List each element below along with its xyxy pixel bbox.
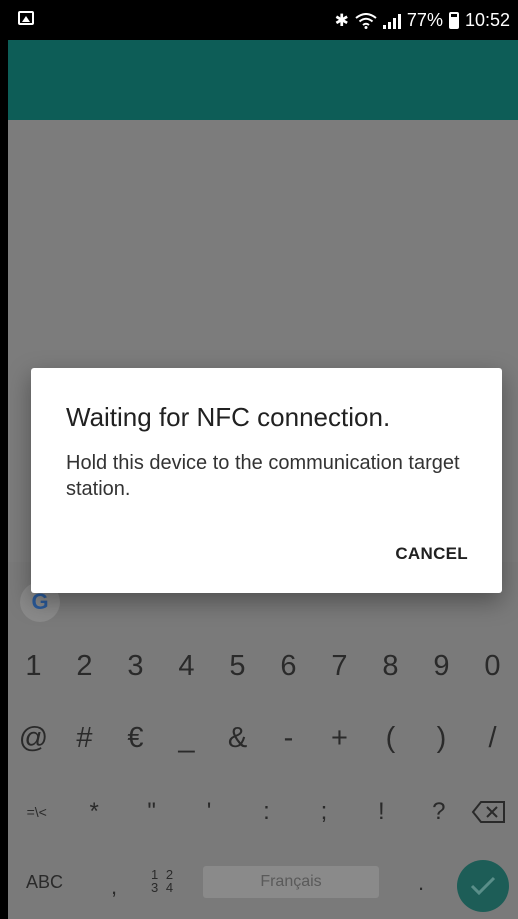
enter-key[interactable]	[457, 860, 509, 912]
keyboard-row-symbols-1: @ # € _ & - + ( ) /	[8, 722, 518, 755]
key-4[interactable]: 4	[161, 650, 212, 683]
key-close-paren[interactable]: )	[416, 722, 467, 755]
key-1[interactable]: 1	[8, 650, 59, 683]
dialog-message: Hold this device to the communication ta…	[66, 452, 460, 500]
backspace-icon[interactable]	[471, 800, 507, 824]
key-ampersand[interactable]: &	[212, 722, 263, 755]
key-3[interactable]: 3	[110, 650, 161, 683]
key-plus[interactable]: +	[314, 722, 365, 755]
key-7[interactable]: 7	[314, 650, 365, 683]
key-slash[interactable]: /	[467, 722, 518, 755]
space-key[interactable]: Français	[203, 866, 379, 898]
key-double-quote[interactable]: "	[126, 798, 177, 826]
bluetooth-icon: ✱	[334, 10, 349, 30]
clock: 10:52	[464, 10, 510, 30]
period-key[interactable]: .	[418, 870, 424, 896]
key-more-symbols[interactable]: =\<	[11, 798, 62, 826]
keyboard: G 1 2 3 4 5 6 7 8 9 0 @ # € _ & - + ( ) …	[8, 562, 518, 919]
status-bar: ✱ 77% 10:52	[8, 0, 518, 40]
comma-key[interactable]: ,	[111, 874, 117, 900]
keyboard-bottom-row: ABC , 1 2 3 4 Français .	[8, 860, 518, 912]
wifi-icon	[355, 12, 377, 29]
battery-percent: 77%	[406, 10, 443, 30]
key-8[interactable]: 8	[365, 650, 416, 683]
key-open-paren[interactable]: (	[365, 722, 416, 755]
gallery-icon	[18, 11, 34, 25]
nfc-dialog: Waiting for NFC connection. Hold this de…	[31, 368, 502, 593]
battery-icon	[448, 12, 459, 29]
key-6[interactable]: 6	[263, 650, 314, 683]
dialog-title: Waiting for NFC connection.	[66, 402, 391, 432]
status-icons: ✱ 77% 10:52	[335, 10, 510, 31]
app-bar	[8, 40, 518, 120]
key-semicolon[interactable]: ;	[298, 798, 349, 826]
cancel-button[interactable]: CANCEL	[395, 544, 468, 564]
phone-screen: ✱ 77% 10:52 G 1 2 3 4 5 6 7 8 9 0 @ # € …	[8, 0, 518, 919]
key-hash[interactable]: #	[59, 722, 110, 755]
check-icon	[470, 876, 496, 896]
key-5[interactable]: 5	[212, 650, 263, 683]
numbers-key-bottom: 3 4	[151, 880, 176, 895]
key-single-quote[interactable]: '	[184, 798, 235, 826]
key-question[interactable]: ?	[413, 798, 464, 826]
numbers-key[interactable]: 1 2 3 4	[151, 868, 175, 894]
key-0[interactable]: 0	[467, 650, 518, 683]
key-at[interactable]: @	[8, 722, 59, 755]
keyboard-row-numbers: 1 2 3 4 5 6 7 8 9 0	[8, 650, 518, 683]
key-asterisk[interactable]: *	[69, 798, 120, 826]
key-colon[interactable]: :	[241, 798, 292, 826]
key-euro[interactable]: €	[110, 722, 161, 755]
key-minus[interactable]: -	[263, 722, 314, 755]
keyboard-row-symbols-2: =\< * " ' : ; ! ?	[8, 798, 518, 826]
key-9[interactable]: 9	[416, 650, 467, 683]
abc-key[interactable]: ABC	[26, 872, 63, 893]
key-exclamation[interactable]: !	[356, 798, 407, 826]
key-2[interactable]: 2	[59, 650, 110, 683]
signal-icon	[382, 13, 401, 29]
key-underscore[interactable]: _	[161, 722, 212, 755]
